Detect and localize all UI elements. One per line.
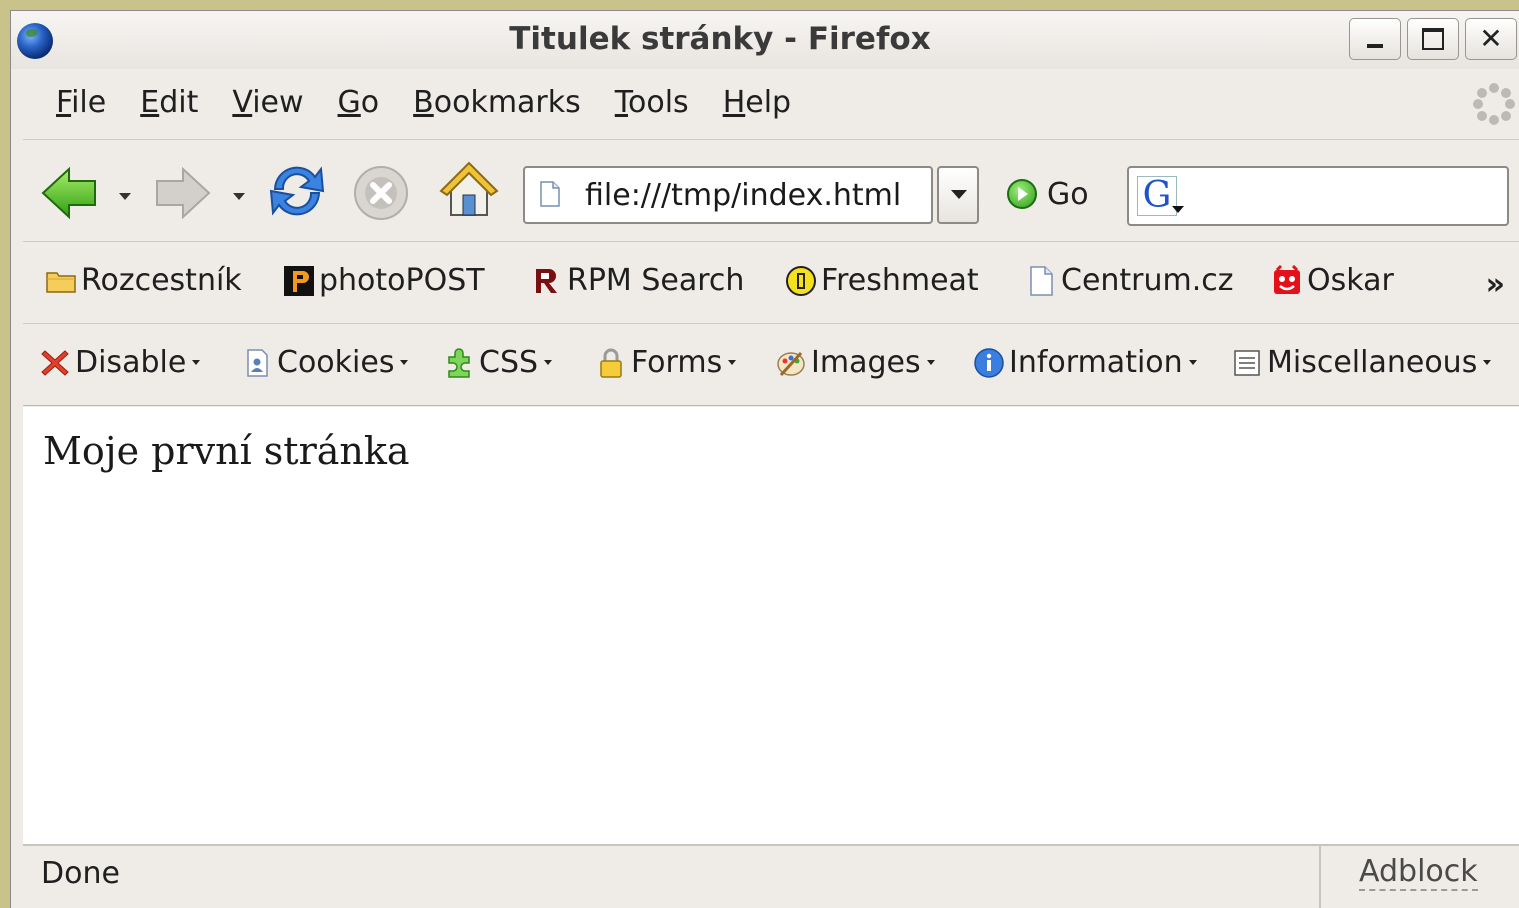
bookmark-oskar[interactable]: Oskar bbox=[1271, 263, 1394, 298]
reload-icon[interactable] bbox=[265, 159, 329, 223]
page-content[interactable]: Moje první stránka bbox=[23, 407, 1519, 846]
status-text: Done bbox=[41, 856, 120, 891]
page-icon bbox=[1030, 265, 1053, 296]
status-bar: Done Adblock bbox=[23, 844, 1519, 908]
freshmeat-icon bbox=[786, 265, 816, 296]
go-label: Go bbox=[1047, 176, 1089, 212]
forward-arrow-icon[interactable] bbox=[153, 163, 213, 223]
dropdown-caret-icon bbox=[728, 360, 737, 365]
back-history-dropdown-icon[interactable] bbox=[119, 193, 131, 200]
menu-tools-accel: T bbox=[614, 85, 628, 120]
devbar-label: Information bbox=[1009, 345, 1183, 380]
menu-file-accel: F bbox=[56, 85, 72, 120]
bookmark-photopost[interactable]: photoPOST bbox=[283, 263, 485, 298]
devbar-label: Images bbox=[811, 345, 921, 380]
menu: File Edit View Go Bookmarks Tools Help bbox=[39, 85, 808, 120]
page-text: Moje první stránka bbox=[43, 429, 410, 473]
dropdown-caret-icon bbox=[1188, 360, 1197, 365]
url-bar[interactable] bbox=[523, 166, 933, 224]
page-icon bbox=[540, 181, 560, 207]
menu-edit-label: dit bbox=[159, 85, 199, 120]
google-engine-icon[interactable]: G bbox=[1137, 176, 1184, 216]
devbar-label: Miscellaneous bbox=[1267, 345, 1478, 380]
home-icon[interactable] bbox=[437, 157, 501, 221]
devbar-label: Forms bbox=[631, 345, 723, 380]
forms-icon bbox=[600, 348, 622, 378]
bookmark-rpm-search[interactable]: RPM Search bbox=[531, 263, 744, 298]
go-icon bbox=[1007, 179, 1037, 209]
rpm-icon bbox=[536, 268, 557, 293]
devbar-css[interactable]: CSS bbox=[443, 345, 553, 380]
throbber-icon bbox=[1473, 83, 1515, 125]
url-input[interactable] bbox=[585, 174, 925, 216]
bookmark-centrum[interactable]: Centrum.cz bbox=[1025, 263, 1234, 298]
stop-icon[interactable] bbox=[351, 163, 411, 223]
status-divider bbox=[1319, 846, 1321, 908]
forward-history-dropdown-icon[interactable] bbox=[233, 193, 245, 200]
adblock-status[interactable]: Adblock bbox=[1359, 854, 1478, 891]
url-history-dropdown[interactable] bbox=[937, 166, 979, 224]
navigation-toolbar: Go G bbox=[23, 141, 1519, 242]
devbar-cookies[interactable]: Cookies bbox=[241, 345, 409, 380]
devbar-label: Cookies bbox=[277, 345, 395, 380]
dropdown-caret-icon bbox=[926, 360, 935, 365]
menu-help-label: elp bbox=[745, 85, 792, 120]
menu-tools-label: ools bbox=[628, 85, 689, 120]
menu-file[interactable]: File bbox=[39, 85, 123, 120]
disable-icon bbox=[41, 349, 69, 376]
devbar-information[interactable]: Information bbox=[973, 345, 1197, 380]
dropdown-caret-icon bbox=[400, 360, 409, 365]
devbar-label: Disable bbox=[75, 345, 187, 380]
menu-view-label: iew bbox=[252, 85, 304, 120]
bookmark-label: RPM Search bbox=[567, 263, 745, 298]
search-bar[interactable]: G bbox=[1127, 166, 1509, 226]
menu-bookmarks-accel: B bbox=[413, 85, 434, 120]
devbar-miscellaneous[interactable]: Miscellaneous bbox=[1231, 345, 1492, 380]
menu-edit[interactable]: Edit bbox=[123, 85, 215, 120]
menu-view-accel: V bbox=[232, 85, 253, 120]
devbar-label: CSS bbox=[479, 345, 539, 380]
information-icon bbox=[974, 347, 1004, 378]
bookmark-label: Centrum.cz bbox=[1061, 263, 1234, 298]
devbar-disable[interactable]: Disable bbox=[39, 345, 201, 380]
menu-go-accel: G bbox=[337, 85, 361, 120]
dropdown-caret-icon bbox=[192, 360, 201, 365]
bookmark-label: photoPOST bbox=[319, 263, 485, 298]
bookmark-label: Freshmeat bbox=[821, 263, 979, 298]
folder-icon bbox=[46, 271, 76, 293]
bookmark-freshmeat[interactable]: Freshmeat bbox=[785, 263, 979, 298]
bookmark-label: Rozcestník bbox=[81, 263, 242, 298]
menu-go[interactable]: Go bbox=[321, 85, 397, 120]
menu-help-accel: H bbox=[722, 85, 746, 120]
search-input[interactable] bbox=[1189, 174, 1499, 220]
menu-edit-accel: E bbox=[140, 85, 160, 120]
oskar-icon bbox=[1274, 264, 1300, 294]
bookmark-rozcestnik[interactable]: Rozcestník bbox=[45, 263, 242, 298]
devbar-images[interactable]: Images bbox=[775, 345, 935, 380]
go-button[interactable]: Go bbox=[1007, 165, 1089, 223]
cookies-icon bbox=[247, 348, 268, 377]
menu-bar: File Edit View Go Bookmarks Tools Help bbox=[23, 75, 1519, 140]
css-icon bbox=[448, 347, 470, 378]
menu-file-label: ile bbox=[71, 85, 107, 120]
miscellaneous-icon bbox=[1234, 349, 1260, 376]
back-arrow-icon[interactable] bbox=[39, 163, 99, 223]
menu-help[interactable]: Help bbox=[706, 85, 808, 120]
browser-chrome: File Edit View Go Bookmarks Tools Help f… bbox=[23, 11, 1519, 908]
photopost-icon bbox=[284, 265, 314, 296]
menu-bookmarks[interactable]: Bookmarks bbox=[396, 85, 598, 120]
images-icon bbox=[777, 351, 805, 376]
bookmarks-overflow-chevron-icon[interactable]: » bbox=[1486, 267, 1505, 302]
menu-view[interactable]: View bbox=[215, 85, 320, 120]
menu-bookmarks-label: ookmarks bbox=[433, 85, 581, 120]
web-developer-toolbar: Disable Cookies CSS Forms Images Informa… bbox=[23, 325, 1519, 406]
menu-go-label: o bbox=[360, 85, 380, 120]
dropdown-caret-icon bbox=[1483, 360, 1492, 365]
bookmarks-toolbar: Rozcestník photoPOST RPM Search Freshmea… bbox=[23, 243, 1519, 324]
dropdown-caret-icon bbox=[544, 360, 553, 365]
bookmark-label: Oskar bbox=[1307, 263, 1394, 298]
menu-tools[interactable]: Tools bbox=[598, 85, 706, 120]
devbar-forms[interactable]: Forms bbox=[595, 345, 737, 380]
firefox-window: Titulek stránky - Firefox ✕ File Edit Vi… bbox=[10, 10, 1519, 908]
